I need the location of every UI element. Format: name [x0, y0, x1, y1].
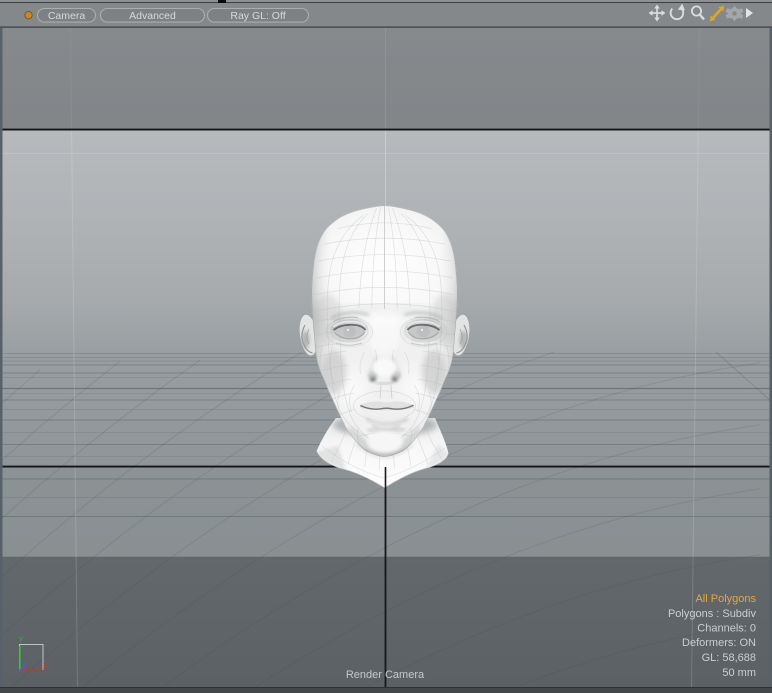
- svg-text:Camera: Camera: [48, 10, 86, 22]
- svg-text:Channels: 0: Channels: 0: [697, 623, 756, 635]
- svg-text:Polygons : Subdiv: Polygons : Subdiv: [668, 608, 757, 620]
- svg-text:50 mm: 50 mm: [722, 667, 756, 679]
- svg-text:Advanced: Advanced: [129, 10, 176, 22]
- svg-text:All Polygons: All Polygons: [695, 593, 756, 605]
- svg-text:Render Camera: Render Camera: [346, 669, 425, 681]
- svg-text:Z: Z: [21, 661, 26, 671]
- svg-text:X: X: [43, 661, 49, 671]
- svg-text:Deformers: ON: Deformers: ON: [682, 637, 756, 649]
- svg-text:GL: 58,688: GL: 58,688: [702, 652, 756, 664]
- svg-text:Y: Y: [18, 635, 24, 645]
- svg-text:Ray GL: Off: Ray GL: Off: [230, 10, 285, 22]
